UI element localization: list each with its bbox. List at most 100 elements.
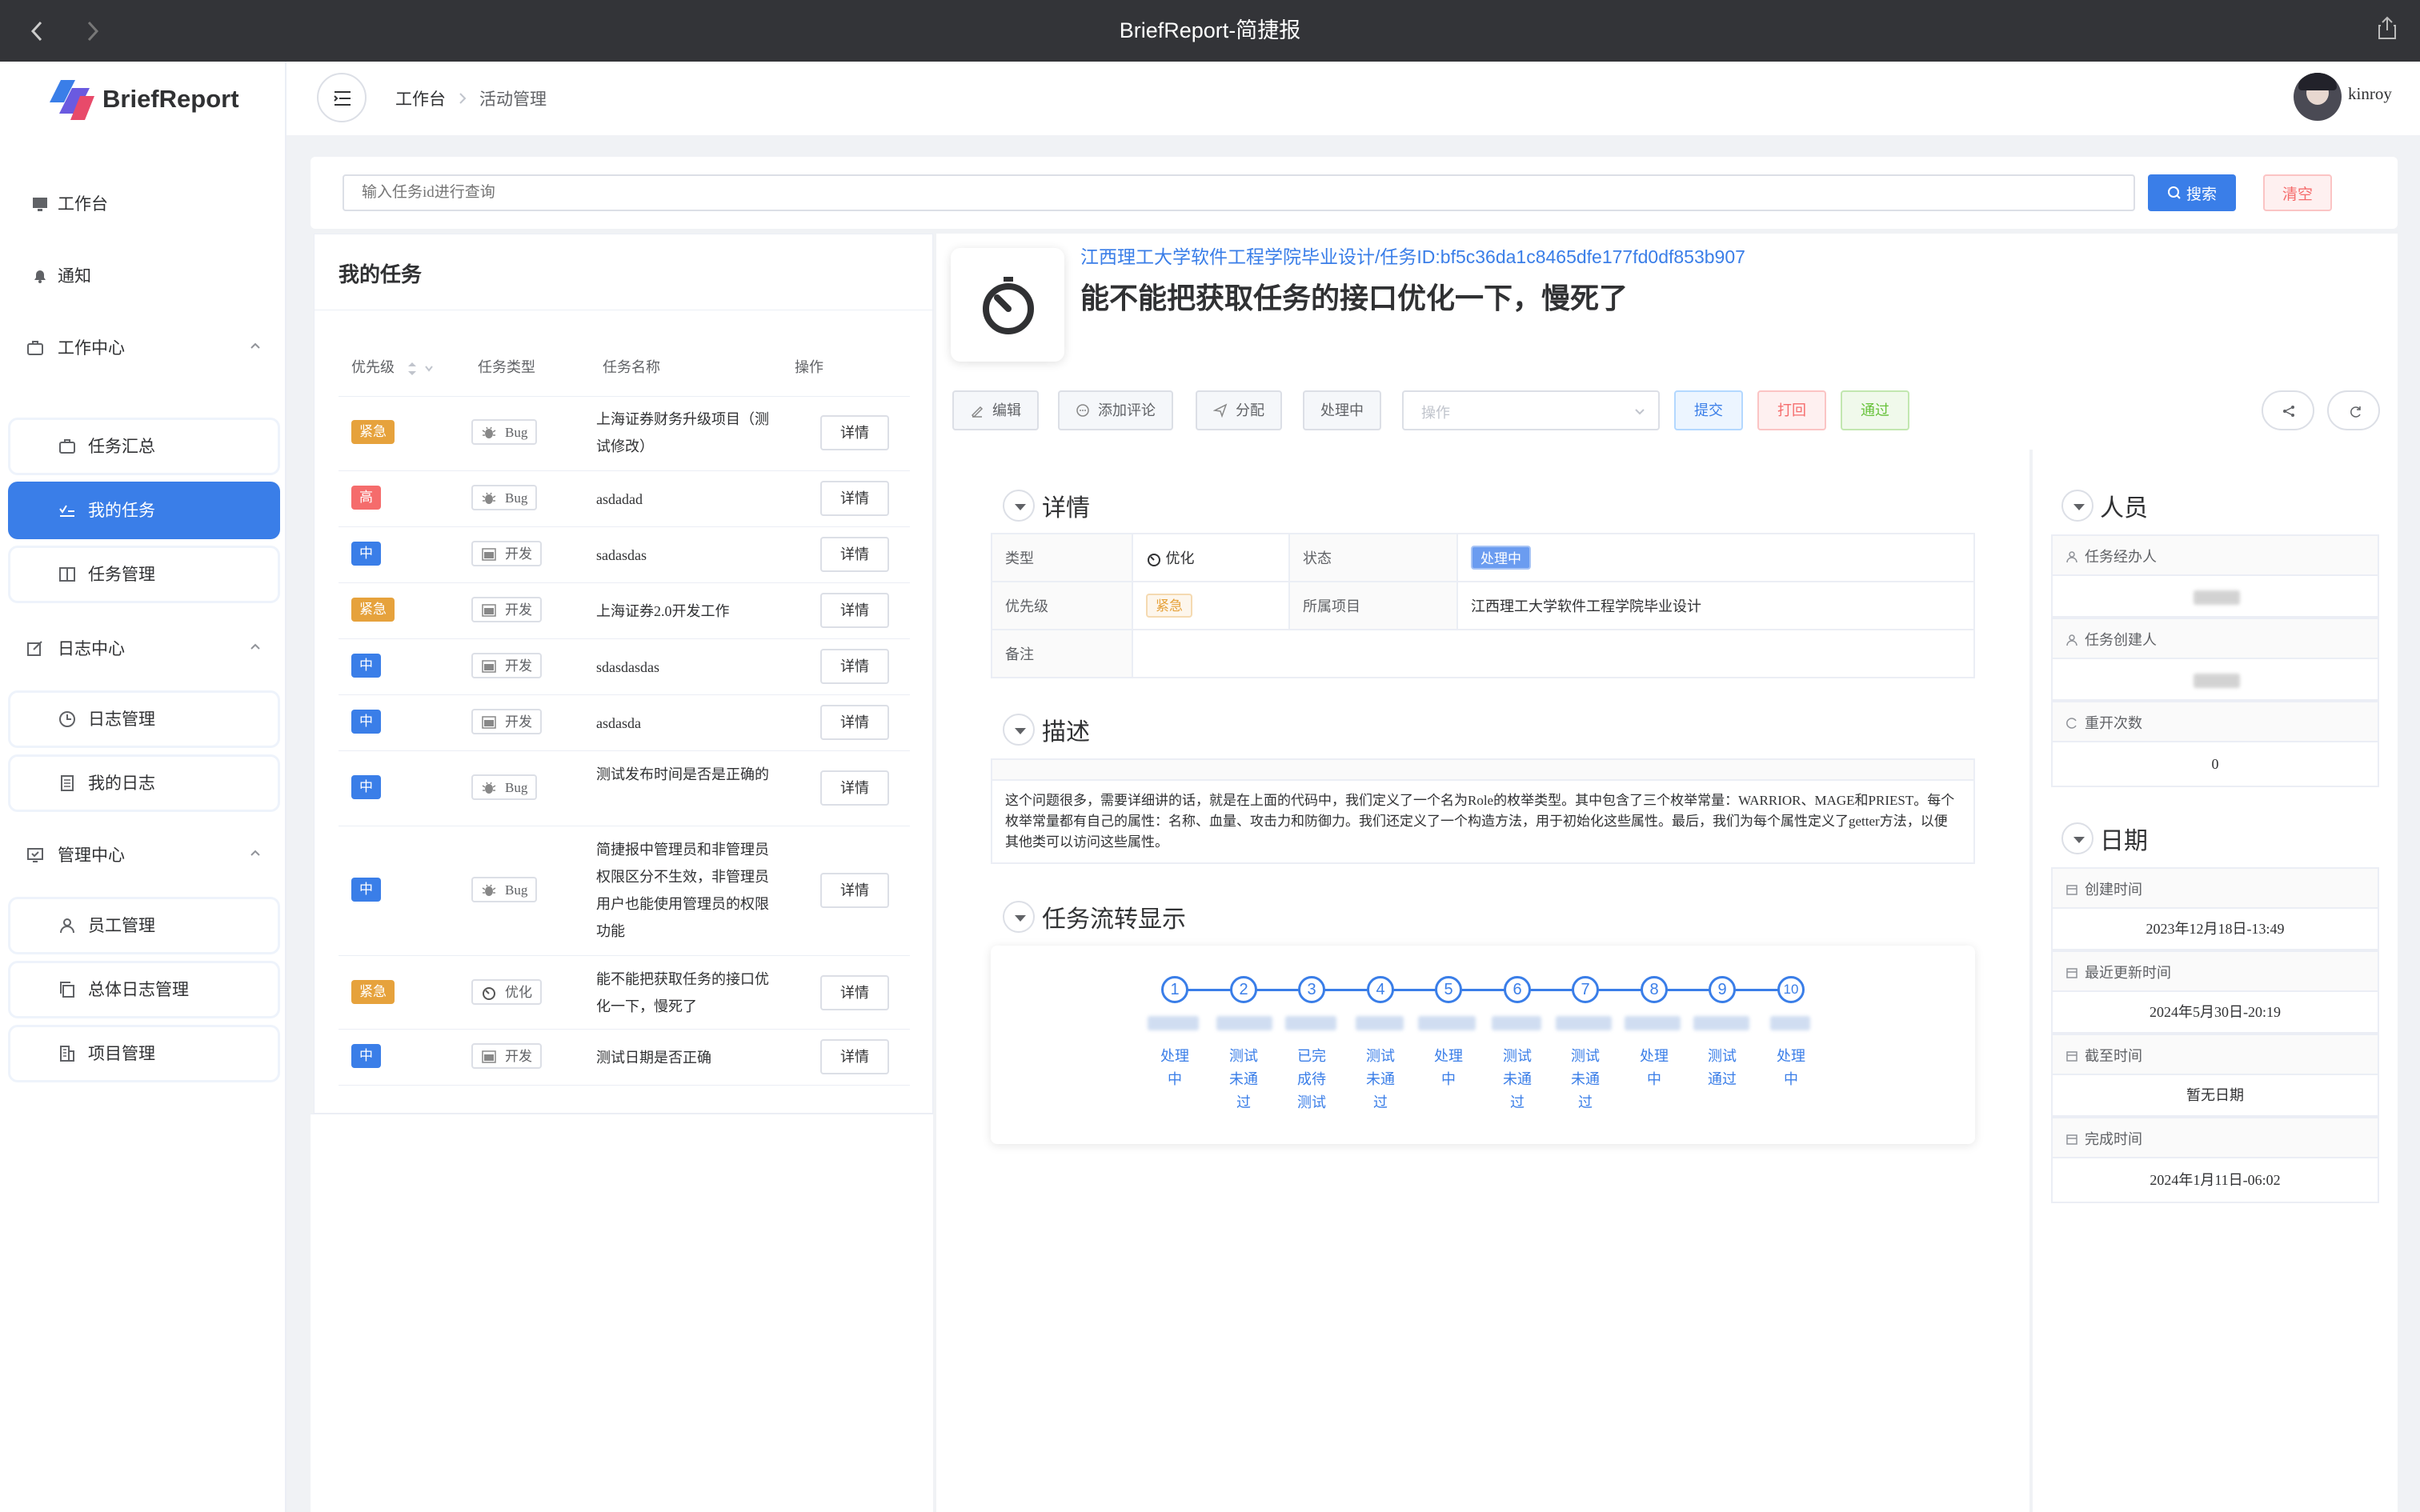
breadcrumb-item[interactable]: 工作台 <box>395 86 446 110</box>
sidebar-item-log-management[interactable]: 日志管理 <box>8 690 280 748</box>
reject-button[interactable]: 打回 <box>1757 390 1826 430</box>
task-name: 上海证券2.0开发工作 <box>596 603 730 619</box>
flow-step-label: 已完成待测试 <box>1297 1048 1326 1110</box>
redacted-user <box>1693 1016 1749 1030</box>
copy-icon <box>60 982 74 998</box>
detail-button[interactable]: 详情 <box>820 649 889 684</box>
task-title: 能不能把获取任务的接口优化一下，慢死了 <box>1080 282 1629 314</box>
flow-step-label: 测试未通过 <box>1229 1048 1258 1110</box>
sidebar-group-work-center[interactable]: 工作中心 <box>0 316 286 380</box>
reopen-count-label-text: 重开次数 <box>2085 715 2142 731</box>
collapse-description-toggle[interactable] <box>1003 714 1035 746</box>
username[interactable]: kinroy <box>2348 84 2392 104</box>
edit-button[interactable]: 编辑 <box>952 390 1039 430</box>
operation-select[interactable]: 操作 <box>1402 390 1660 430</box>
flow-step: 6 <box>1504 976 1531 1003</box>
menu-toggle-button[interactable] <box>317 73 367 122</box>
column-header-priority[interactable]: 优先级 <box>351 356 434 378</box>
reopen-count-value: 0 <box>2051 742 2379 787</box>
created-time-label-text: 创建时间 <box>2085 882 2142 898</box>
flow-step: 5 <box>1435 976 1462 1003</box>
task-path-link[interactable]: 江西理工大学软件工程学院毕业设计/任务ID:bf5c36da1c8465dfe1… <box>1080 242 1745 269</box>
flow-step-label: 测试未通过 <box>1366 1048 1395 1110</box>
flow-card <box>991 946 1975 1144</box>
sidebar-item-workbench[interactable]: 工作台 <box>0 172 286 236</box>
detail-button[interactable]: 详情 <box>820 481 889 516</box>
menu-fold-icon <box>334 91 351 106</box>
detail-button[interactable]: 详情 <box>820 415 889 450</box>
sidebar-group-admin-center[interactable]: 管理中心 <box>0 823 286 887</box>
sort-icon[interactable] <box>407 360 418 378</box>
bug-icon <box>482 884 496 896</box>
task-name: asdadad <box>596 491 643 507</box>
table-row: 高 Bug asdadad 详情 <box>339 471 910 527</box>
sidebar-group-log-center[interactable]: 日志中心 <box>0 617 286 681</box>
sidebar-item-label: 员工管理 <box>88 916 155 935</box>
task-id-search-input[interactable] <box>343 174 2135 211</box>
status-button[interactable]: 处理中 <box>1303 390 1381 430</box>
priority-badge: 中 <box>351 1044 381 1068</box>
redacted-user <box>1625 1016 1681 1030</box>
submit-button[interactable]: 提交 <box>1674 390 1743 430</box>
creator-label-text: 任务创建人 <box>2085 632 2157 648</box>
forward-icon[interactable] <box>86 21 99 42</box>
refresh-button[interactable] <box>2327 390 2380 430</box>
brand-name: BriefReport <box>102 85 239 113</box>
collapse-flow-toggle[interactable] <box>1003 901 1035 933</box>
search-button[interactable]: 搜索 <box>2148 174 2236 211</box>
detail-button[interactable]: 详情 <box>820 770 889 806</box>
flow-step: 7 <box>1572 976 1599 1003</box>
sidebar-item-notice[interactable]: 通知 <box>0 244 286 308</box>
detail-button[interactable]: 详情 <box>820 873 889 908</box>
table-row: 紧急 Bug 上海证券财务升级项目（测试修改） 详情 <box>339 396 910 471</box>
collapse-details-toggle[interactable] <box>1003 490 1035 522</box>
column-header-name: 任务名称 <box>603 359 660 375</box>
flow-step-label: 处理中 <box>1160 1048 1189 1087</box>
flow-step-label: 测试通过 <box>1708 1048 1737 1087</box>
sidebar-item-my-logs[interactable]: 我的日志 <box>8 754 280 812</box>
table-row: 中 开发 sadasdas 详情 <box>339 527 910 583</box>
briefcase-icon <box>27 341 43 355</box>
type-label: 开发 <box>505 546 532 562</box>
reopen-count-label: 重开次数 <box>2051 701 2379 742</box>
sidebar-item-overall-logs[interactable]: 总体日志管理 <box>8 961 280 1018</box>
sidebar-item-my-tasks[interactable]: 我的任务 <box>8 482 280 539</box>
share-icon[interactable] <box>2377 16 2398 40</box>
share-button[interactable] <box>2262 390 2314 430</box>
window-titlebar: BriefReport-简捷报 <box>0 0 2420 62</box>
section-title-flow: 任务流转显示 <box>1042 906 1186 933</box>
detail-button[interactable]: 详情 <box>820 537 889 572</box>
created-time-value: 2023年12月18日-13:49 <box>2051 909 2379 950</box>
flow-step-label: 处理中 <box>1434 1048 1463 1087</box>
table-row: 中 开发 asdasda 详情 <box>339 695 910 751</box>
detail-button[interactable]: 详情 <box>820 593 889 628</box>
table-row: 紧急 优化 能不能把获取任务的接口优化一下，慢死了 详情 <box>339 956 910 1030</box>
collapse-people-toggle[interactable] <box>2061 490 2093 522</box>
add-comment-button[interactable]: 添加评论 <box>1058 390 1173 430</box>
field-value-priority: 紧急 <box>1132 581 1290 630</box>
field-label: 优先级 <box>991 581 1133 630</box>
back-icon[interactable] <box>30 21 43 42</box>
flow-step-label: 处理中 <box>1777 1048 1805 1087</box>
sidebar-item-staff-management[interactable]: 员工管理 <box>8 897 280 954</box>
flow-connector-line <box>1176 989 1793 991</box>
collapse-dates-toggle[interactable] <box>2061 822 2093 854</box>
detail-button[interactable]: 详情 <box>820 1039 889 1074</box>
task-detail-header: 江西理工大学软件工程学院毕业设计/任务ID:bf5c36da1c8465dfe1… <box>936 234 2398 450</box>
avatar[interactable] <box>2294 73 2342 121</box>
detail-button[interactable]: 详情 <box>820 705 889 740</box>
chevron-down-icon[interactable] <box>424 365 434 373</box>
redacted-user <box>1148 1016 1199 1030</box>
type-label: Bug <box>505 425 528 440</box>
detail-button[interactable]: 详情 <box>820 975 889 1010</box>
comment-icon <box>1076 404 1089 417</box>
sidebar-item-project-management[interactable]: 项目管理 <box>8 1025 280 1082</box>
clear-button[interactable]: 清空 <box>2263 174 2332 211</box>
sidebar-item-task-summary[interactable]: 任务汇总 <box>8 418 280 475</box>
assign-button[interactable]: 分配 <box>1196 390 1282 430</box>
table-row: 中 Bug 简捷报中管理员和非管理员权限区分不生效，非管理员用户也能使用管理员的… <box>339 826 910 956</box>
panel-title: 我的任务 <box>339 263 423 286</box>
pass-button[interactable]: 通过 <box>1841 390 1909 430</box>
sidebar-item-task-management[interactable]: 任务管理 <box>8 546 280 603</box>
user-icon <box>2066 634 2077 646</box>
